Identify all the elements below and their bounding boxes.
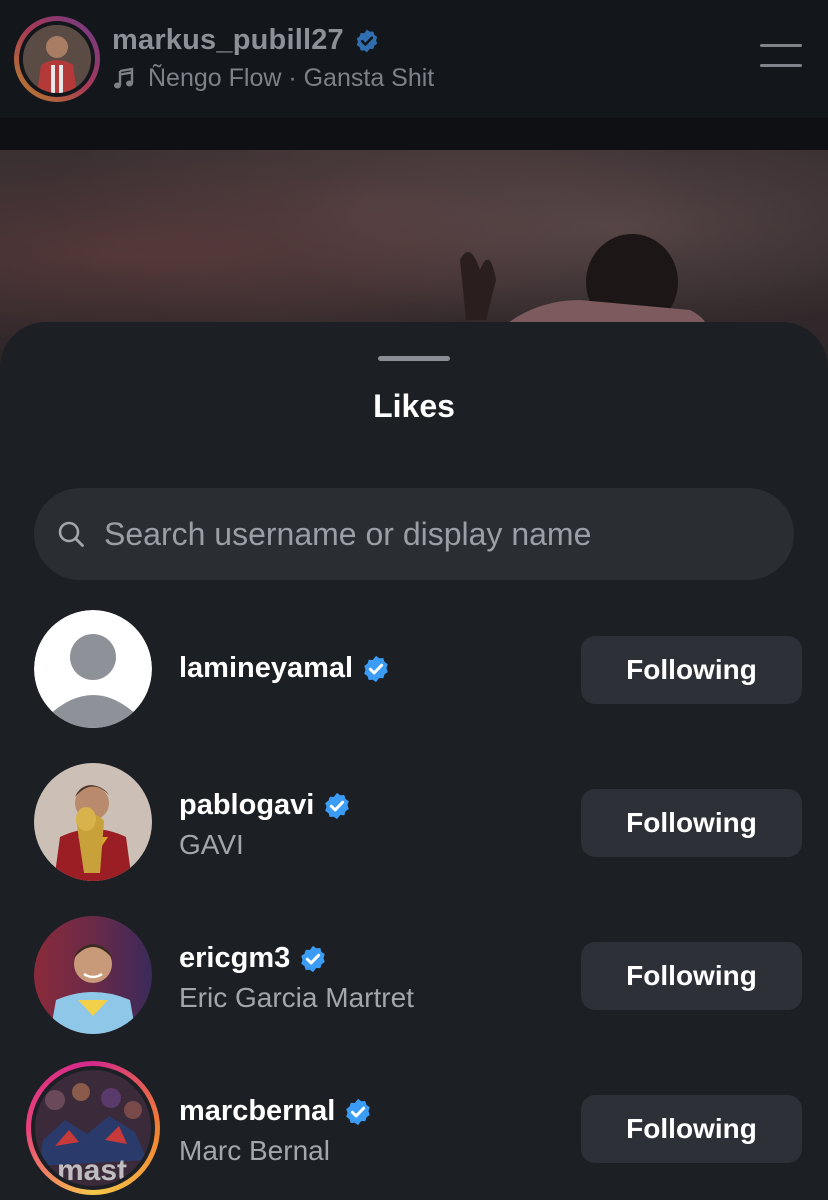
music-note-icon bbox=[114, 67, 134, 88]
header-avatar[interactable] bbox=[14, 16, 100, 102]
avatar[interactable] bbox=[34, 763, 152, 881]
sheet-drag-handle[interactable] bbox=[378, 356, 450, 361]
search-bar[interactable] bbox=[34, 488, 794, 580]
display-name: Eric Garcia Martret bbox=[179, 982, 414, 1013]
username[interactable]: pablogavi bbox=[179, 789, 314, 822]
verified-icon bbox=[301, 945, 325, 972]
following-button[interactable]: Following bbox=[581, 789, 802, 857]
default-avatar-icon[interactable] bbox=[34, 610, 152, 728]
like-row[interactable]: mast marcbernal Marc Bernal Following bbox=[0, 1061, 828, 1195]
display-name: Marc Bernal bbox=[179, 1135, 330, 1166]
username[interactable]: ericgm3 bbox=[179, 942, 290, 975]
header-username[interactable]: markus_pubill27 bbox=[112, 24, 344, 57]
header-verified-icon bbox=[356, 29, 378, 52]
like-row[interactable]: pablogavi GAVI Following bbox=[0, 763, 828, 887]
screen: markus_pubill27 Ñengo Flow · Gansta Shit bbox=[0, 0, 828, 1200]
header-avatar-photo bbox=[23, 25, 91, 93]
like-row[interactable]: ericgm3 Eric Garcia Martret Following bbox=[0, 916, 828, 1040]
search-input[interactable] bbox=[102, 503, 794, 565]
likes-sheet: Likes lamineyamal bbox=[0, 322, 828, 1200]
music-track-text[interactable]: Ñengo Flow · Gansta Shit bbox=[148, 64, 434, 93]
verified-icon bbox=[325, 792, 350, 819]
avatar: mast bbox=[35, 1070, 151, 1186]
username[interactable]: lamineyamal bbox=[179, 652, 353, 685]
avatar-story-ring[interactable]: mast bbox=[26, 1061, 160, 1195]
profile-header: markus_pubill27 Ñengo Flow · Gansta Shit bbox=[0, 0, 828, 118]
display-name: GAVI bbox=[179, 829, 244, 860]
verified-icon bbox=[364, 655, 388, 682]
username[interactable]: marcbernal bbox=[179, 1095, 335, 1128]
like-row[interactable]: lamineyamal Following bbox=[0, 610, 828, 734]
following-button[interactable]: Following bbox=[581, 942, 802, 1010]
verified-icon bbox=[346, 1098, 371, 1125]
sheet-title: Likes bbox=[373, 388, 455, 424]
menu-icon[interactable] bbox=[760, 44, 802, 70]
following-button[interactable]: Following bbox=[581, 636, 802, 704]
search-icon bbox=[58, 521, 84, 547]
following-button[interactable]: Following bbox=[581, 1095, 802, 1163]
avatar[interactable] bbox=[34, 916, 152, 1034]
